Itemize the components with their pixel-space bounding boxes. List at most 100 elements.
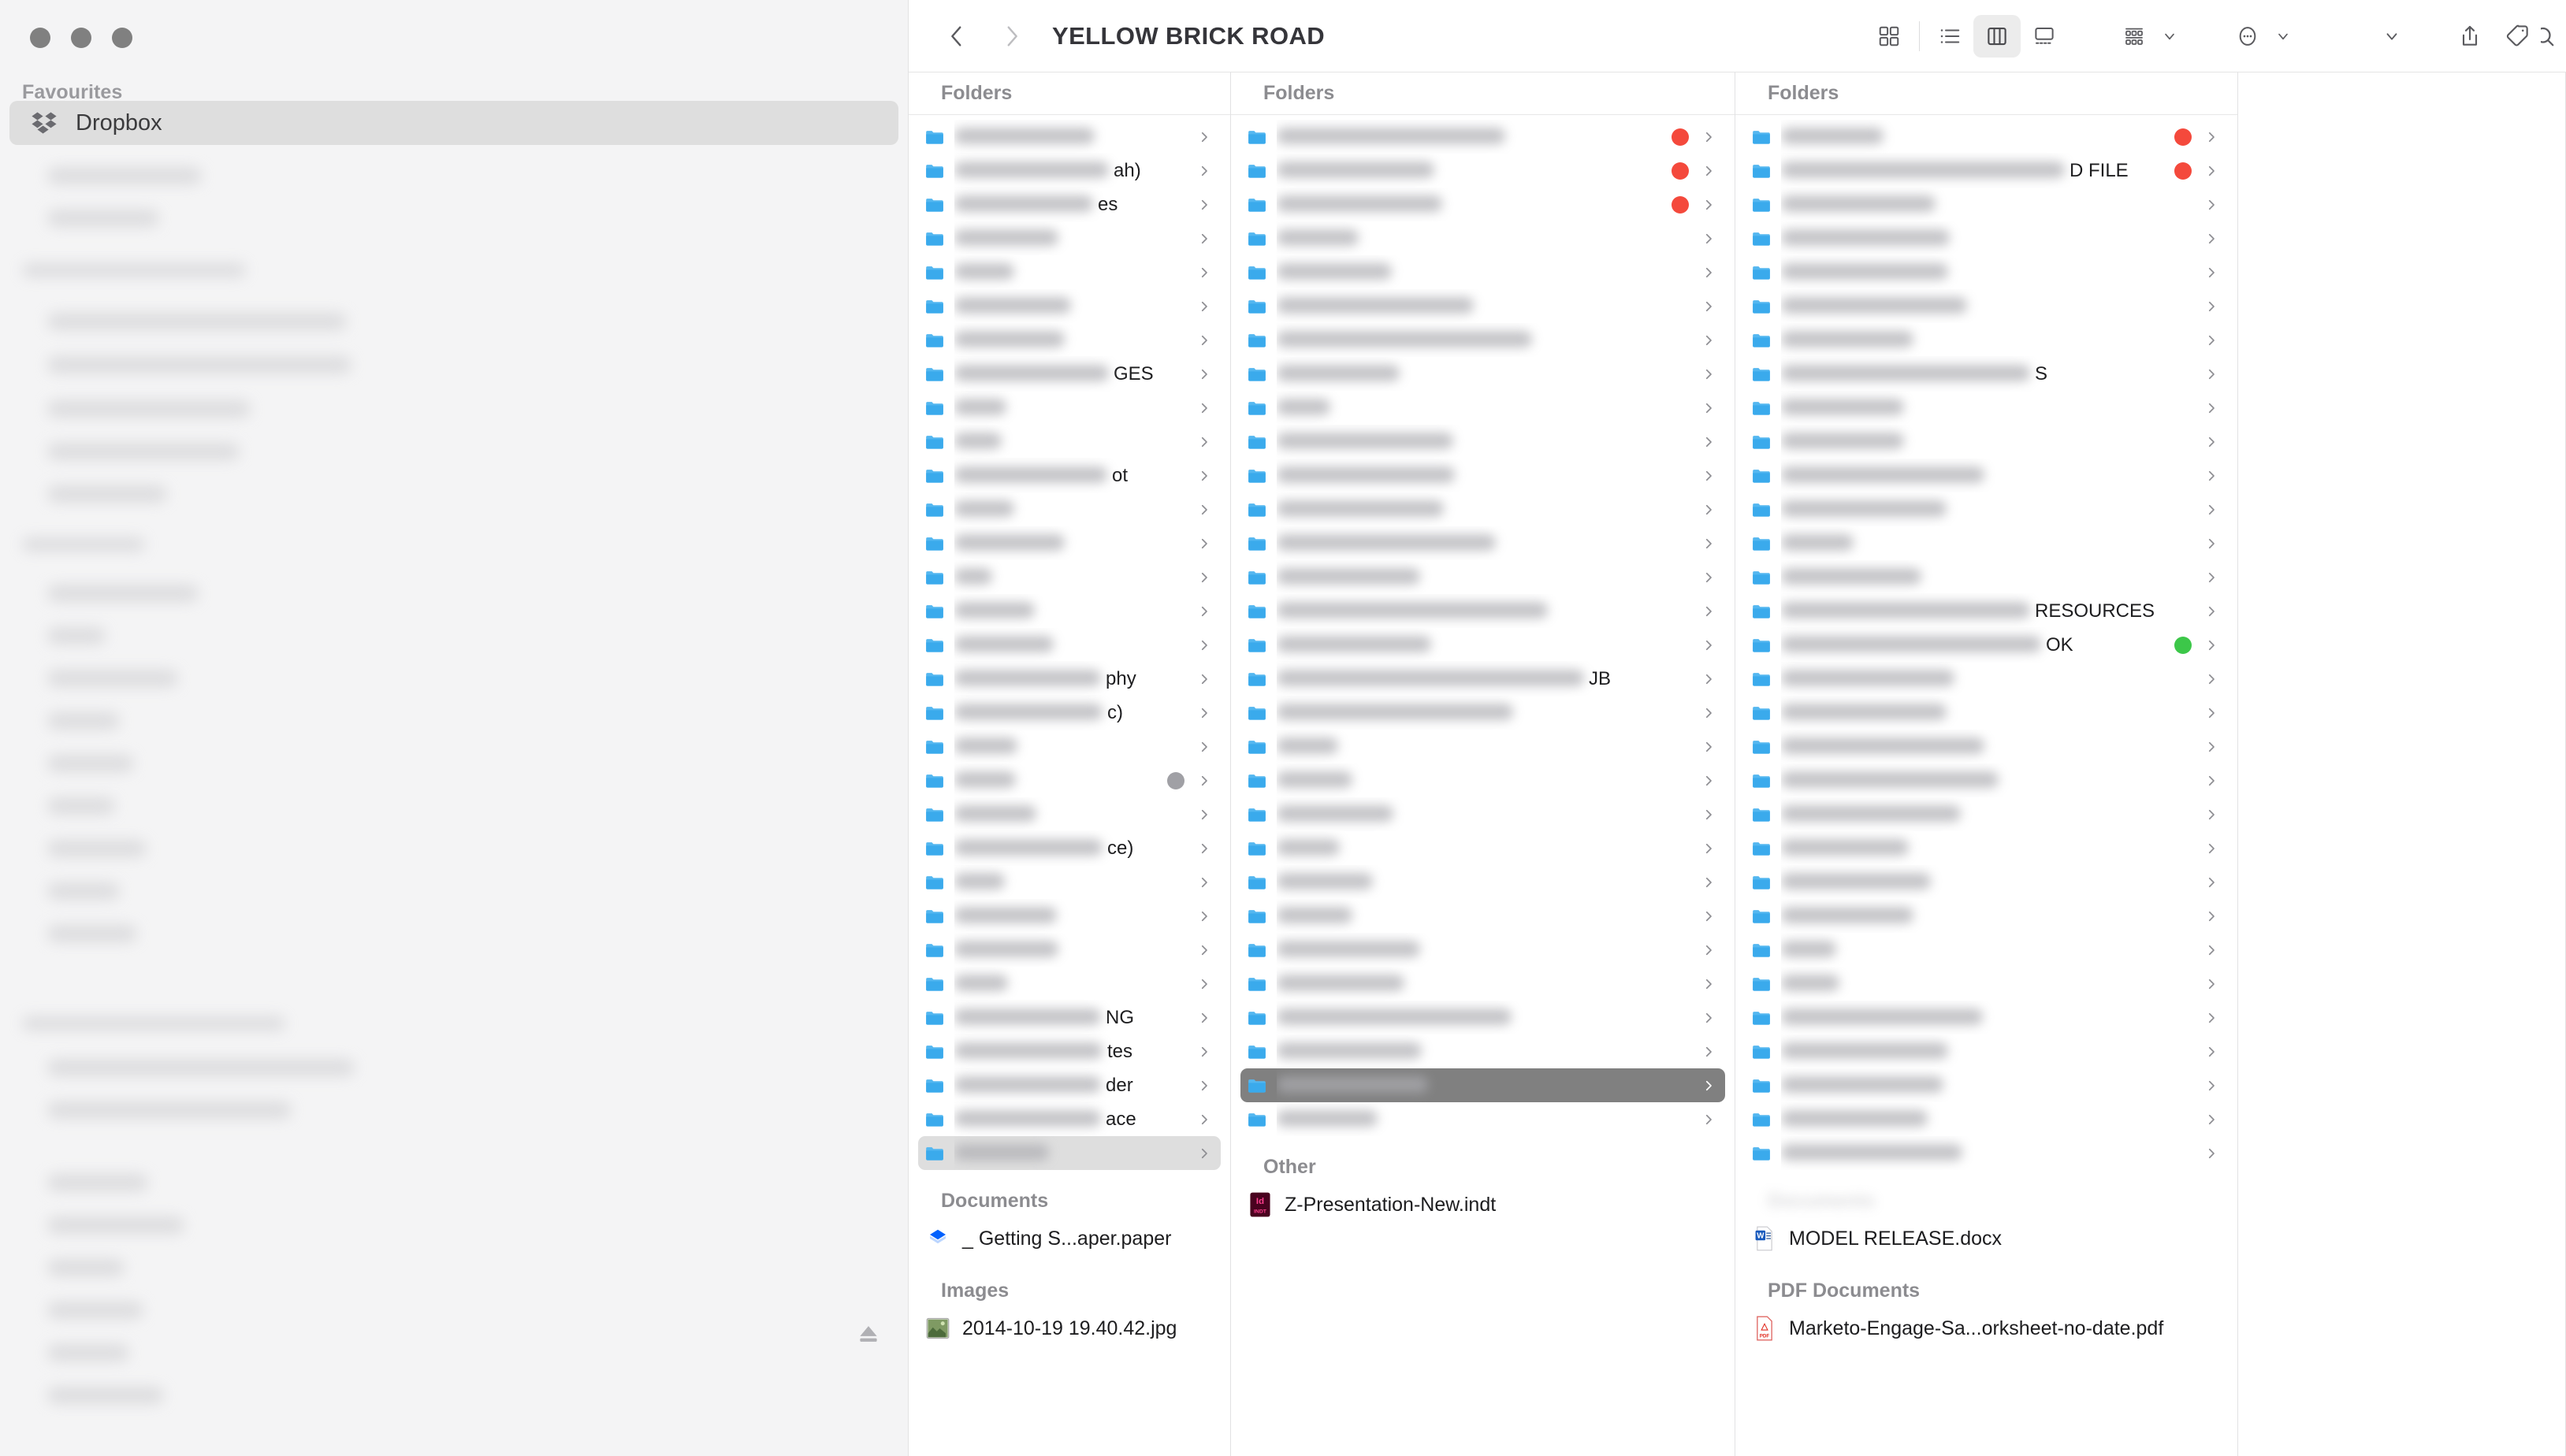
folder-row[interactable] xyxy=(1240,492,1725,526)
disclosure-chevron-icon[interactable] xyxy=(1196,232,1213,246)
folder-row[interactable] xyxy=(1745,865,2228,899)
disclosure-chevron-icon[interactable] xyxy=(1196,774,1213,788)
disclosure-chevron-icon[interactable] xyxy=(2203,909,2220,923)
folder-row[interactable] xyxy=(918,221,1221,255)
folder-row[interactable] xyxy=(1240,560,1725,594)
folder-row[interactable] xyxy=(918,391,1221,425)
folder-row[interactable]: der xyxy=(918,1068,1221,1102)
disclosure-chevron-icon[interactable] xyxy=(2203,943,2220,957)
disclosure-chevron-icon[interactable] xyxy=(2203,977,2220,991)
icon-view-button[interactable] xyxy=(1865,15,1913,58)
disclosure-chevron-icon[interactable] xyxy=(1196,435,1213,449)
disclosure-chevron-icon[interactable] xyxy=(1700,706,1717,720)
disclosure-chevron-icon[interactable] xyxy=(1196,875,1213,890)
disclosure-chevron-icon[interactable] xyxy=(1196,130,1213,144)
disclosure-chevron-icon[interactable] xyxy=(1196,740,1213,754)
folder-row[interactable] xyxy=(918,628,1221,662)
folder-row[interactable] xyxy=(1240,391,1725,425)
folder-row[interactable] xyxy=(1240,1001,1725,1034)
disclosure-chevron-icon[interactable] xyxy=(1196,1045,1213,1059)
folder-row[interactable] xyxy=(1745,120,2228,154)
folder-row[interactable]: GES xyxy=(918,357,1221,391)
disclosure-chevron-icon[interactable] xyxy=(2203,706,2220,720)
folder-row[interactable]: ah) xyxy=(918,154,1221,188)
folder-row[interactable] xyxy=(1745,730,2228,763)
folder-row[interactable] xyxy=(1240,831,1725,865)
sidebar-item-redacted[interactable] xyxy=(47,585,199,602)
folder-row[interactable]: S xyxy=(1745,357,2228,391)
browser-column-1[interactable]: Folders ah) es GES ot phy c) ce) NG tes der ace Docu… xyxy=(909,72,1231,1456)
folder-row[interactable] xyxy=(1240,797,1725,831)
disclosure-chevron-icon[interactable] xyxy=(1196,943,1213,957)
disclosure-chevron-icon[interactable] xyxy=(2203,266,2220,280)
folder-row[interactable] xyxy=(1745,797,2228,831)
folder-row[interactable] xyxy=(918,255,1221,289)
sidebar-item-redacted[interactable] xyxy=(47,755,134,772)
file-row[interactable]: △ PDF Marketo-Engage-Sa...orksheet-no-date… xyxy=(1745,1307,2228,1350)
disclosure-chevron-icon[interactable] xyxy=(2203,232,2220,246)
disclosure-chevron-icon[interactable] xyxy=(1700,841,1717,856)
zoom-button[interactable] xyxy=(112,28,132,48)
disclosure-chevron-icon[interactable] xyxy=(1196,198,1213,212)
folder-row[interactable] xyxy=(1240,763,1725,797)
sidebar-item-redacted[interactable] xyxy=(47,1302,143,1319)
folder-row[interactable] xyxy=(918,899,1221,933)
folder-row[interactable] xyxy=(1240,221,1725,255)
disclosure-chevron-icon[interactable] xyxy=(1700,909,1717,923)
folder-row[interactable]: ce) xyxy=(918,831,1221,865)
disclosure-chevron-icon[interactable] xyxy=(1196,1112,1213,1127)
disclosure-chevron-icon[interactable] xyxy=(2203,740,2220,754)
disclosure-chevron-icon[interactable] xyxy=(1700,604,1717,618)
disclosure-chevron-icon[interactable] xyxy=(1700,1045,1717,1059)
folder-row[interactable] xyxy=(1240,594,1725,628)
disclosure-chevron-icon[interactable] xyxy=(2203,1011,2220,1025)
close-button[interactable] xyxy=(30,28,50,48)
file-row[interactable]: W MODEL RELEASE.docx xyxy=(1745,1217,2228,1260)
folder-row[interactable] xyxy=(1240,628,1725,662)
folder-row[interactable] xyxy=(918,763,1221,797)
search-icon[interactable] xyxy=(2541,15,2560,58)
disclosure-chevron-icon[interactable] xyxy=(2203,164,2220,178)
browser-column-3[interactable]: Folders D FILE S RESOURCES OK Documents W MODEL… xyxy=(1735,72,2238,1456)
folder-row[interactable] xyxy=(1745,323,2228,357)
folder-row[interactable] xyxy=(1240,425,1725,459)
more-actions-icon[interactable] xyxy=(2224,15,2271,58)
disclosure-chevron-icon[interactable] xyxy=(1196,604,1213,618)
disclosure-chevron-icon[interactable] xyxy=(2203,469,2220,483)
folder-row[interactable] xyxy=(1240,526,1725,560)
sidebar-item-redacted[interactable] xyxy=(47,712,120,730)
folder-row[interactable] xyxy=(1240,730,1725,763)
sidebar-item-redacted[interactable] xyxy=(47,167,202,184)
action-menu-control[interactable] xyxy=(2224,15,2295,58)
folder-row[interactable] xyxy=(918,526,1221,560)
share-icon[interactable] xyxy=(2446,15,2493,58)
disclosure-chevron-icon[interactable] xyxy=(1700,198,1717,212)
disclosure-chevron-icon[interactable] xyxy=(1700,1079,1717,1093)
file-row[interactable]: 2014-10-19 19.40.42.jpg xyxy=(918,1307,1221,1350)
disclosure-chevron-icon[interactable] xyxy=(1196,909,1213,923)
disclosure-chevron-icon[interactable] xyxy=(2203,537,2220,551)
disclosure-chevron-icon[interactable] xyxy=(2203,299,2220,314)
disclosure-chevron-icon[interactable] xyxy=(1196,638,1213,652)
disclosure-chevron-icon[interactable] xyxy=(1196,977,1213,991)
disclosure-chevron-icon[interactable] xyxy=(1700,232,1717,246)
disclosure-chevron-icon[interactable] xyxy=(2203,672,2220,686)
disclosure-chevron-icon[interactable] xyxy=(1196,706,1213,720)
disclosure-chevron-icon[interactable] xyxy=(1700,333,1717,347)
sidebar-item-redacted[interactable] xyxy=(47,1387,164,1404)
folder-row[interactable] xyxy=(1240,255,1725,289)
list-view-button[interactable] xyxy=(1926,15,1973,58)
folder-row[interactable] xyxy=(1745,1068,2228,1102)
folder-row[interactable] xyxy=(1745,255,2228,289)
disclosure-chevron-icon[interactable] xyxy=(1700,638,1717,652)
folder-row[interactable] xyxy=(1240,696,1725,730)
folder-row[interactable] xyxy=(1745,425,2228,459)
disclosure-chevron-icon[interactable] xyxy=(1196,469,1213,483)
folder-row[interactable] xyxy=(918,323,1221,357)
folder-row[interactable] xyxy=(1745,967,2228,1001)
overflow-chevron-down-icon[interactable] xyxy=(2380,15,2404,58)
disclosure-chevron-icon[interactable] xyxy=(1700,672,1717,686)
disclosure-chevron-icon[interactable] xyxy=(2203,570,2220,585)
disclosure-chevron-icon[interactable] xyxy=(1700,164,1717,178)
disclosure-chevron-icon[interactable] xyxy=(1196,841,1213,856)
